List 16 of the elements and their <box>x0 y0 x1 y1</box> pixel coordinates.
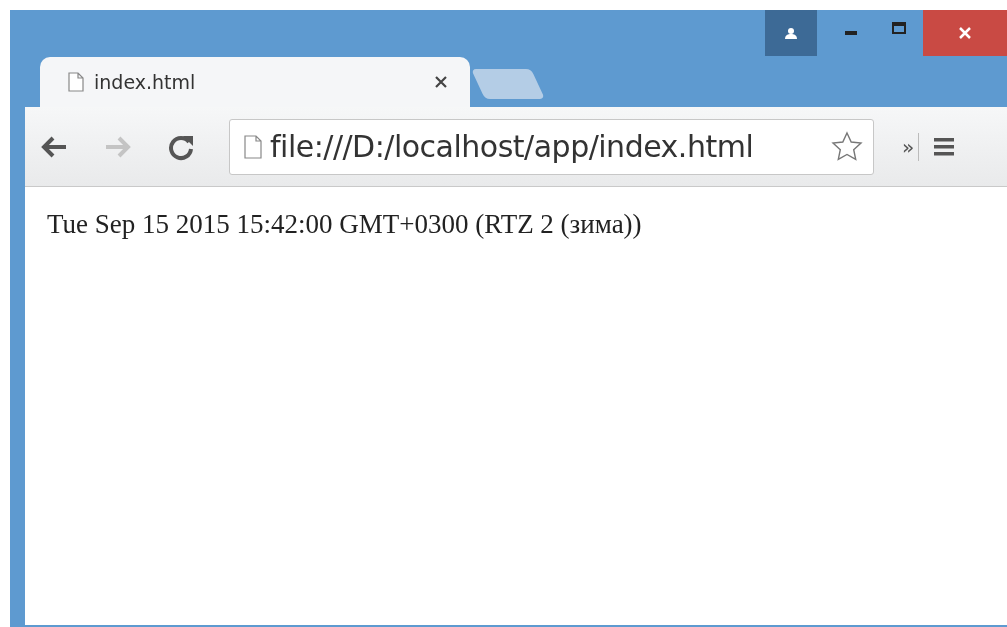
maximize-icon <box>892 22 906 34</box>
browser-tab[interactable]: index.html <box>40 57 470 107</box>
url-text: file:///D:/localhost/app/index.html <box>270 129 755 164</box>
address-bar[interactable]: file:///D:/localhost/app/index.html <box>229 118 874 175</box>
star-icon[interactable] <box>831 130 863 163</box>
minimize-icon <box>845 31 857 35</box>
close-icon <box>958 26 972 40</box>
close-icon[interactable] <box>434 75 448 89</box>
person-icon <box>784 27 798 39</box>
page-icon <box>244 134 262 159</box>
menu-icon[interactable] <box>933 135 956 158</box>
user-button[interactable] <box>765 10 817 56</box>
date-text: Tue Sep 15 2015 15:42:00 GMT+0300 (RTZ 2 (зима)) <box>47 209 642 239</box>
tab-title: index.html <box>94 71 197 93</box>
page-icon <box>68 72 84 92</box>
extensions-overflow-button[interactable]: » <box>902 134 915 159</box>
